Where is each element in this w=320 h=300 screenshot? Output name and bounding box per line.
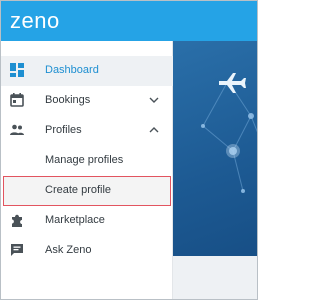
people-icon — [10, 124, 24, 135]
sidebar-item-ask-zeno[interactable]: Ask Zeno — [1, 236, 173, 266]
sidebar-item-manage-profiles[interactable]: Manage profiles — [1, 146, 173, 176]
sidebar: Dashboard Bookings Profiles Manage profi… — [1, 41, 173, 299]
hero-banner — [173, 41, 257, 256]
chat-icon — [11, 244, 23, 256]
sidebar-item-dashboard[interactable]: Dashboard — [1, 56, 173, 86]
zeno-logo[interactable]: zeno — [10, 8, 60, 34]
app-window: zeno Dashboard Bookings Profiles Manage … — [0, 0, 258, 300]
sidebar-item-label: Manage profiles — [45, 154, 124, 166]
sidebar-item-marketplace[interactable]: Marketplace — [1, 206, 173, 236]
top-bar: zeno — [1, 1, 257, 41]
sidebar-item-label: Marketplace — [45, 214, 105, 226]
chevron-down-icon[interactable] — [149, 95, 159, 105]
sidebar-item-label: Create profile — [45, 184, 112, 196]
sidebar-item-create-profile[interactable]: Create profile — [3, 176, 171, 206]
sidebar-item-bookings[interactable]: Bookings — [1, 86, 173, 116]
network-graphic — [201, 73, 257, 193]
content-panel — [173, 256, 257, 299]
dashboard-icon — [10, 63, 24, 77]
sidebar-item-label: Ask Zeno — [45, 244, 92, 256]
chevron-up-icon[interactable] — [149, 125, 159, 135]
puzzle-icon — [12, 214, 22, 227]
sidebar-item-label: Dashboard — [45, 64, 99, 76]
sidebar-item-label: Profiles — [45, 124, 82, 136]
calendar-icon — [10, 93, 24, 107]
sidebar-item-label: Bookings — [45, 94, 91, 106]
sidebar-item-profiles[interactable]: Profiles — [1, 116, 173, 146]
